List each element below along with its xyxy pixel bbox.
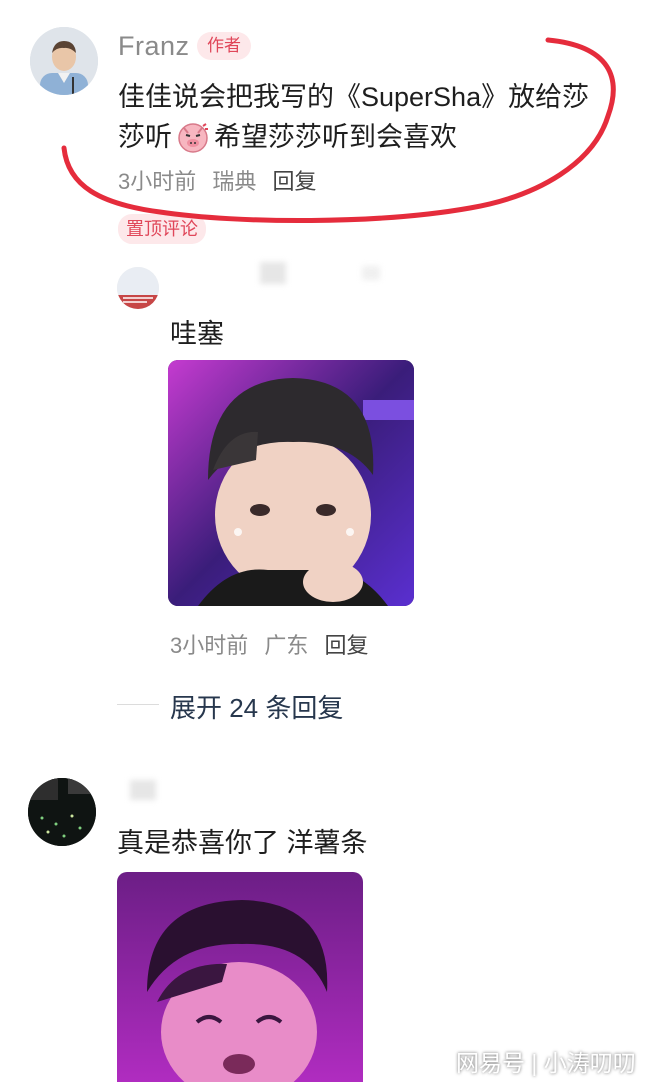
expand-replies-button[interactable]: 展开 24 条回复 [170, 688, 343, 725]
blurred-reply-username-tail [362, 266, 380, 280]
blurred-avatar-icon [117, 267, 159, 309]
author-avatar[interactable] [30, 27, 98, 95]
author-comment-time: 3小时前 [118, 169, 197, 194]
crying-boy-photo-icon [168, 360, 414, 606]
second-image-crying-child[interactable] [117, 872, 363, 1082]
blurred-reply-username [260, 262, 286, 284]
reply-reply-button[interactable]: 回复 [325, 633, 369, 658]
pig-angry-emoji-icon [176, 120, 210, 154]
crying-child-photo-icon [117, 872, 363, 1082]
second-comment-text: 真是恭喜你了 洋薯条 [117, 828, 368, 858]
author-comment-meta: 3小时前 瑞典 回复 [118, 164, 327, 196]
expand-divider [117, 704, 159, 705]
person-avatar-icon [30, 27, 98, 95]
author-username[interactable]: Franz [118, 31, 190, 62]
comment-line-2-part-a: 莎听 [118, 122, 172, 152]
author-comment-text: 佳佳说会把我写的《SuperSha》放给莎 莎听 希望莎莎听到会喜欢 [118, 77, 618, 157]
author-reply-button[interactable]: 回复 [273, 169, 317, 194]
author-comment-location: 瑞典 [212, 169, 257, 194]
dark-avatar-icon [28, 778, 96, 846]
reply-comment-meta: 3小时前 广东 回复 [170, 628, 379, 660]
comment-line-1: 佳佳说会把我写的《SuperSha》放给莎 [118, 82, 590, 112]
pinned-comment-badge: 置顶评论 [118, 214, 206, 244]
comment-line-2-part-b: 希望莎莎听到会喜欢 [214, 122, 457, 152]
reply-comment-text: 哇塞 [170, 319, 224, 349]
blurred-second-username [130, 780, 156, 800]
comment-line-2: 莎听 希望莎莎听到会喜欢 [118, 117, 618, 157]
second-avatar[interactable] [28, 778, 96, 846]
reply-comment-location: 广东 [264, 633, 309, 658]
reply-comment-time: 3小时前 [170, 633, 249, 658]
author-badge: 作者 [197, 32, 251, 60]
watermark-label: 网易号 | 小涛叨叨 [456, 1050, 636, 1076]
reply-avatar[interactable] [117, 267, 159, 309]
reply-image-crying-boy[interactable] [168, 360, 414, 606]
